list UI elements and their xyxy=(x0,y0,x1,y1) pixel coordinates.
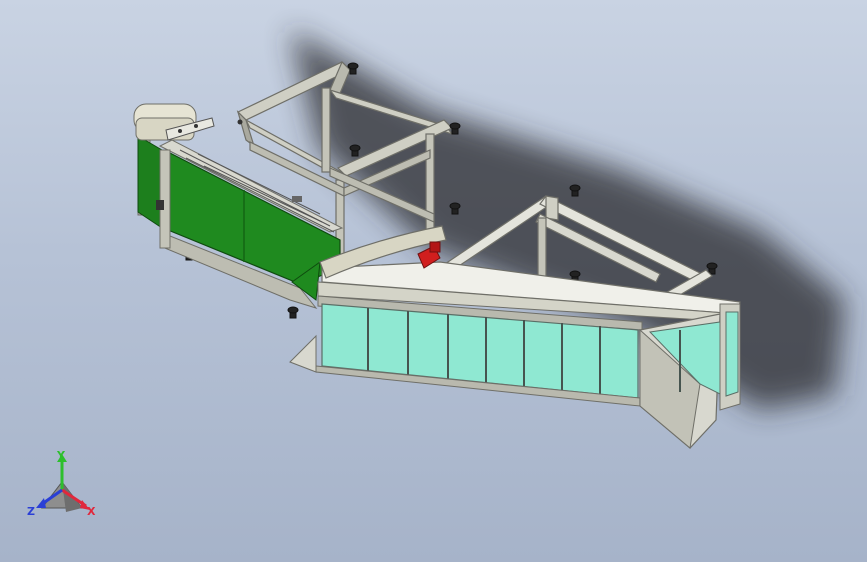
drive-housing[interactable] xyxy=(133,103,215,141)
cad-viewport[interactable]: Y X Z xyxy=(0,0,867,562)
triad-x-label: X xyxy=(87,505,96,518)
triad-y-label: Y xyxy=(57,449,65,462)
orientation-triad[interactable]: Y X Z xyxy=(22,446,106,526)
triad-z-label: Z xyxy=(27,505,35,518)
cad-model-scene[interactable] xyxy=(0,0,867,562)
